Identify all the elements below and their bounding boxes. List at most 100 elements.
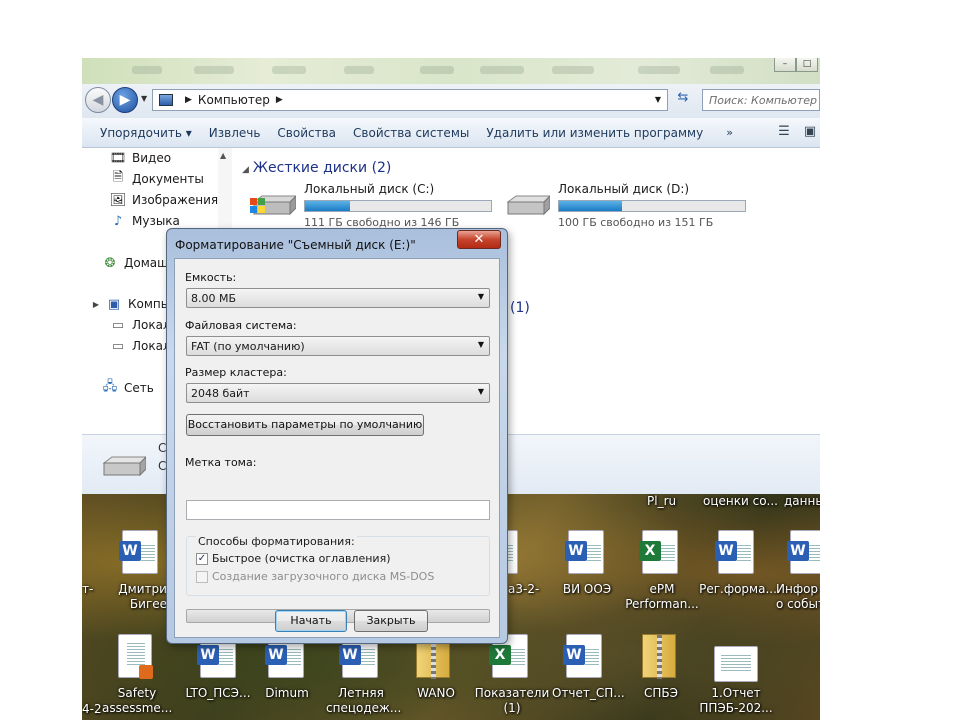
desktop-item-label[interactable]: Показатели (1) bbox=[474, 686, 550, 716]
cluster-size-label: Размер кластера: bbox=[185, 366, 287, 379]
nav-item-local-disk-c[interactable]: ▭ Локал bbox=[110, 317, 171, 333]
word-document-icon[interactable]: W bbox=[563, 634, 602, 678]
arrow-left-icon: ◀ bbox=[92, 92, 104, 108]
removable-drive-icon bbox=[102, 456, 146, 477]
volume-label-input[interactable] bbox=[186, 500, 490, 520]
desktop-label[interactable]: данны bbox=[784, 494, 820, 509]
capacity-select[interactable]: 8.00 МБ ▼ bbox=[186, 288, 490, 308]
nav-item-video[interactable]: 🎞 Видео bbox=[110, 150, 171, 166]
uninstall-program-button[interactable]: Удалить или изменить программу bbox=[482, 126, 716, 140]
volume-label-label: Метка тома: bbox=[185, 456, 257, 469]
nav-item-network[interactable]: 🖧 Сеть bbox=[102, 379, 154, 396]
nav-item-homegroup[interactable]: ❂ Домаш bbox=[102, 255, 169, 271]
desktop-item-label[interactable]: ePM Performan... bbox=[622, 582, 702, 612]
desktop-item-label[interactable]: Рег.форма... bbox=[698, 582, 778, 597]
nav-item-local-disk-d[interactable]: ▭ Локал bbox=[110, 338, 171, 354]
breadcrumb-computer[interactable]: Компьютер bbox=[198, 93, 270, 107]
desktop-item-label[interactable]: а3-2- bbox=[508, 582, 539, 597]
desktop-label[interactable]: оценки со... bbox=[703, 494, 778, 509]
maximize-button[interactable]: □ bbox=[796, 58, 818, 72]
desktop-label[interactable]: Pl_ru bbox=[647, 494, 676, 509]
nav-item-pictures[interactable]: 🖼 Изображения bbox=[110, 192, 218, 208]
back-button[interactable]: ◀ bbox=[85, 87, 111, 113]
address-bar[interactable]: ▶ Компьютер ▶ ▼ bbox=[152, 89, 668, 111]
local-disk-icon: ▭ bbox=[111, 338, 125, 354]
nav-item-label: Локал bbox=[132, 339, 171, 353]
drive-c[interactable]: Локальный диск (C:) 111 ГБ свободно из 1… bbox=[250, 182, 492, 229]
local-disk-icon: ▭ bbox=[111, 317, 125, 333]
checkbox-check-icon[interactable]: ✓ bbox=[196, 552, 208, 565]
music-icon: ♪ bbox=[113, 213, 123, 229]
computer-icon bbox=[159, 94, 173, 106]
address-dropdown-icon[interactable]: ▼ bbox=[655, 95, 661, 104]
drive-usage-fill bbox=[559, 201, 623, 211]
word-document-icon[interactable]: W bbox=[565, 530, 604, 574]
homegroup-icon: ❂ bbox=[104, 255, 116, 271]
pdf-document-icon[interactable] bbox=[118, 634, 153, 679]
hard-drive-icon bbox=[506, 195, 550, 216]
desktop-item-label[interactable]: СПБЭ bbox=[638, 686, 684, 701]
search-input[interactable]: Поиск: Компьютер bbox=[702, 89, 820, 111]
pictures-icon: 🖼 bbox=[109, 192, 127, 208]
breadcrumb-separator-icon[interactable]: ▶ bbox=[276, 95, 283, 105]
excel-document-icon[interactable]: X bbox=[639, 530, 678, 574]
capacity-label: Емкость: bbox=[185, 271, 237, 284]
desktop-item-label[interactable]: LTO_ПСЭ... bbox=[180, 686, 256, 701]
word-document-icon[interactable]: W bbox=[119, 530, 158, 574]
hard-disks-group-header[interactable]: ◢ Жесткие диски (2) bbox=[242, 160, 391, 176]
forward-button[interactable]: ▶ bbox=[112, 87, 138, 113]
breadcrumb-separator-icon[interactable]: ▶ bbox=[185, 95, 192, 105]
quick-format-label: Быстрое (очистка оглавления) bbox=[212, 552, 391, 565]
filesystem-select[interactable]: FAT (по умолчанию) ▼ bbox=[186, 336, 490, 356]
nav-item-label: Музыка bbox=[132, 214, 180, 228]
drive-name: Локальный диск (C:) bbox=[304, 182, 435, 196]
desktop-item-label[interactable]: ВИ ООЭ bbox=[562, 582, 612, 597]
hard-drive-icon bbox=[250, 195, 296, 216]
desktop-edge-label[interactable]: т- bbox=[82, 582, 93, 597]
video-icon: 🎞 bbox=[109, 150, 127, 166]
drive-d[interactable]: Локальный диск (D:) 100 ГБ свободно из 1… bbox=[504, 182, 746, 229]
desktop-item-label[interactable]: Отчет_СП... bbox=[552, 686, 625, 701]
close-button[interactable]: Закрыть bbox=[354, 610, 428, 632]
desktop-edge-label[interactable]: 4-2 bbox=[82, 702, 102, 717]
msdos-boot-checkbox[interactable]: Создание загрузочного диска MS-DOS bbox=[196, 570, 434, 583]
quick-format-checkbox[interactable]: ✓ Быстрое (очистка оглавления) bbox=[196, 552, 390, 565]
cluster-size-select[interactable]: 2048 байт ▼ bbox=[186, 383, 490, 403]
checkbox-icon[interactable] bbox=[196, 570, 208, 583]
change-view-icon[interactable]: ☰ bbox=[774, 122, 794, 142]
nav-item-computer[interactable]: ▶ ▣ Компь bbox=[92, 296, 168, 312]
desktop-item-label[interactable]: Летняя спецодеж... bbox=[326, 686, 401, 716]
word-document-icon[interactable]: W bbox=[787, 530, 820, 574]
desktop-item-label[interactable]: 1.Отчет ППЭБ-202... bbox=[696, 686, 776, 716]
zip-archive-icon[interactable] bbox=[642, 634, 676, 679]
nav-item-label: Изображения bbox=[132, 193, 219, 207]
recent-pages-dropdown[interactable]: ▼ bbox=[141, 94, 147, 103]
expand-arrow-icon[interactable]: ▶ bbox=[92, 296, 100, 312]
more-commands-button[interactable]: » bbox=[716, 126, 743, 139]
system-properties-button[interactable]: Свойства системы bbox=[349, 126, 482, 140]
nav-item-music[interactable]: ♪ Музыка bbox=[110, 213, 180, 229]
format-dialog: Форматирование "Съемный диск (E:)" ✕ Емк… bbox=[166, 228, 508, 644]
preview-pane-icon[interactable]: ▣ bbox=[800, 122, 820, 142]
drive-name: Локальный диск (D:) bbox=[558, 182, 690, 196]
collapse-arrow-icon[interactable]: ◢ bbox=[242, 165, 249, 175]
removable-group-count[interactable]: (1) bbox=[510, 300, 530, 316]
image-document-icon[interactable] bbox=[714, 646, 758, 682]
filesystem-value: FAT (по умолчанию) bbox=[191, 340, 305, 353]
organize-menu[interactable]: Упорядочить ▾ bbox=[82, 126, 205, 140]
desktop-item-label[interactable]: Safety assessme... bbox=[102, 686, 172, 716]
minimize-button[interactable]: – bbox=[774, 58, 796, 72]
properties-button[interactable]: Свойства bbox=[273, 126, 349, 140]
refresh-button[interactable]: ⇆ bbox=[672, 90, 694, 110]
start-button[interactable]: Начать bbox=[275, 610, 347, 632]
desktop-item-label[interactable]: WANO bbox=[408, 686, 464, 701]
desktop-item-label[interactable]: Dimum bbox=[262, 686, 312, 701]
eject-button[interactable]: Извлечь bbox=[205, 126, 274, 140]
arrow-right-icon: ▶ bbox=[119, 92, 131, 108]
desktop-item-label[interactable]: Инфоро событ bbox=[776, 582, 820, 612]
nav-item-documents[interactable]: 🗎 Документы bbox=[110, 170, 204, 187]
scroll-up-icon[interactable]: ▲ bbox=[220, 151, 226, 160]
restore-defaults-button[interactable]: Восстановить параметры по умолчанию bbox=[186, 414, 424, 436]
word-document-icon[interactable]: W bbox=[715, 530, 754, 574]
dialog-close-button[interactable]: ✕ bbox=[457, 230, 501, 249]
